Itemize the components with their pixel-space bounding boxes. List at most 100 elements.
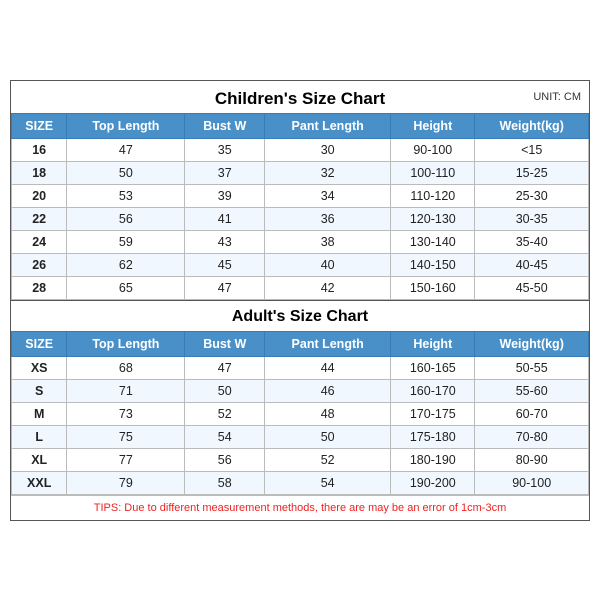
table-cell: XS (12, 356, 67, 379)
adult-header-cell: SIZE (12, 331, 67, 356)
table-cell: 18 (12, 161, 67, 184)
table-cell: 140-150 (391, 253, 475, 276)
adult-table: SIZETop LengthBust WPant LengthHeightWei… (11, 331, 589, 495)
table-cell: 54 (185, 425, 265, 448)
table-cell: 62 (67, 253, 185, 276)
table-cell: 28 (12, 276, 67, 299)
table-cell: 26 (12, 253, 67, 276)
table-cell: 54 (265, 471, 391, 494)
table-row: 24594338130-14035-40 (12, 230, 589, 253)
table-row: 28654742150-16045-50 (12, 276, 589, 299)
table-cell: 42 (265, 276, 391, 299)
table-row: S715046160-17055-60 (12, 379, 589, 402)
table-cell: 15-25 (475, 161, 589, 184)
table-cell: M (12, 402, 67, 425)
table-row: XXL795854190-20090-100 (12, 471, 589, 494)
children-table: SIZETop LengthBust WPant LengthHeightWei… (11, 113, 589, 300)
table-cell: <15 (475, 138, 589, 161)
children-header-cell: Weight(kg) (475, 113, 589, 138)
table-cell: 35-40 (475, 230, 589, 253)
table-row: L755450175-18070-80 (12, 425, 589, 448)
table-cell: 43 (185, 230, 265, 253)
table-cell: 16 (12, 138, 67, 161)
table-cell: 48 (265, 402, 391, 425)
table-row: XL775652180-19080-90 (12, 448, 589, 471)
table-cell: 90-100 (475, 471, 589, 494)
table-cell: 56 (67, 207, 185, 230)
adult-header-cell: Weight(kg) (475, 331, 589, 356)
table-cell: 100-110 (391, 161, 475, 184)
tips-text: TIPS: Due to different measurement metho… (11, 495, 589, 520)
table-cell: 40-45 (475, 253, 589, 276)
table-cell: 46 (265, 379, 391, 402)
table-cell: 47 (67, 138, 185, 161)
table-cell: 50 (265, 425, 391, 448)
table-cell: 70-80 (475, 425, 589, 448)
table-cell: 170-175 (391, 402, 475, 425)
children-header-cell: Bust W (185, 113, 265, 138)
table-cell: 130-140 (391, 230, 475, 253)
table-cell: 79 (67, 471, 185, 494)
table-cell: 52 (185, 402, 265, 425)
table-cell: 34 (265, 184, 391, 207)
adult-chart-title: Adult's Size Chart (11, 300, 589, 331)
table-cell: 50 (67, 161, 185, 184)
table-cell: 55-60 (475, 379, 589, 402)
table-row: 1647353090-100<15 (12, 138, 589, 161)
table-cell: 38 (265, 230, 391, 253)
table-cell: 30-35 (475, 207, 589, 230)
table-cell: 175-180 (391, 425, 475, 448)
children-header-cell: Top Length (67, 113, 185, 138)
table-cell: 160-170 (391, 379, 475, 402)
table-cell: 190-200 (391, 471, 475, 494)
table-cell: 47 (185, 356, 265, 379)
adult-header-cell: Pant Length (265, 331, 391, 356)
table-cell: 52 (265, 448, 391, 471)
table-cell: 24 (12, 230, 67, 253)
table-cell: 80-90 (475, 448, 589, 471)
table-cell: 36 (265, 207, 391, 230)
table-cell: 58 (185, 471, 265, 494)
table-cell: 73 (67, 402, 185, 425)
children-chart-title: Children's Size Chart UNIT: CM (11, 81, 589, 113)
table-cell: 59 (67, 230, 185, 253)
table-cell: 150-160 (391, 276, 475, 299)
table-cell: 22 (12, 207, 67, 230)
adult-header-row: SIZETop LengthBust WPant LengthHeightWei… (12, 331, 589, 356)
table-cell: 45-50 (475, 276, 589, 299)
adult-title-text: Adult's Size Chart (232, 308, 368, 325)
adult-header-cell: Height (391, 331, 475, 356)
table-cell: 77 (67, 448, 185, 471)
table-cell: 110-120 (391, 184, 475, 207)
table-row: 26624540140-15040-45 (12, 253, 589, 276)
table-row: M735248170-17560-70 (12, 402, 589, 425)
children-header-cell: Height (391, 113, 475, 138)
table-cell: 40 (265, 253, 391, 276)
table-cell: 120-130 (391, 207, 475, 230)
table-cell: 45 (185, 253, 265, 276)
table-row: XS684744160-16550-55 (12, 356, 589, 379)
table-cell: 47 (185, 276, 265, 299)
table-cell: 50-55 (475, 356, 589, 379)
table-cell: 35 (185, 138, 265, 161)
table-cell: 39 (185, 184, 265, 207)
table-cell: XXL (12, 471, 67, 494)
table-cell: 160-165 (391, 356, 475, 379)
table-row: 18503732100-11015-25 (12, 161, 589, 184)
table-cell: 75 (67, 425, 185, 448)
table-cell: 68 (67, 356, 185, 379)
table-cell: 65 (67, 276, 185, 299)
table-cell: 25-30 (475, 184, 589, 207)
unit-label: UNIT: CM (533, 91, 581, 103)
table-cell: 30 (265, 138, 391, 161)
adult-header-cell: Bust W (185, 331, 265, 356)
table-cell: 56 (185, 448, 265, 471)
table-cell: XL (12, 448, 67, 471)
table-cell: 37 (185, 161, 265, 184)
children-header-cell: SIZE (12, 113, 67, 138)
table-cell: 90-100 (391, 138, 475, 161)
table-cell: S (12, 379, 67, 402)
children-title-text: Children's Size Chart (215, 89, 385, 108)
children-header-cell: Pant Length (265, 113, 391, 138)
table-cell: 41 (185, 207, 265, 230)
